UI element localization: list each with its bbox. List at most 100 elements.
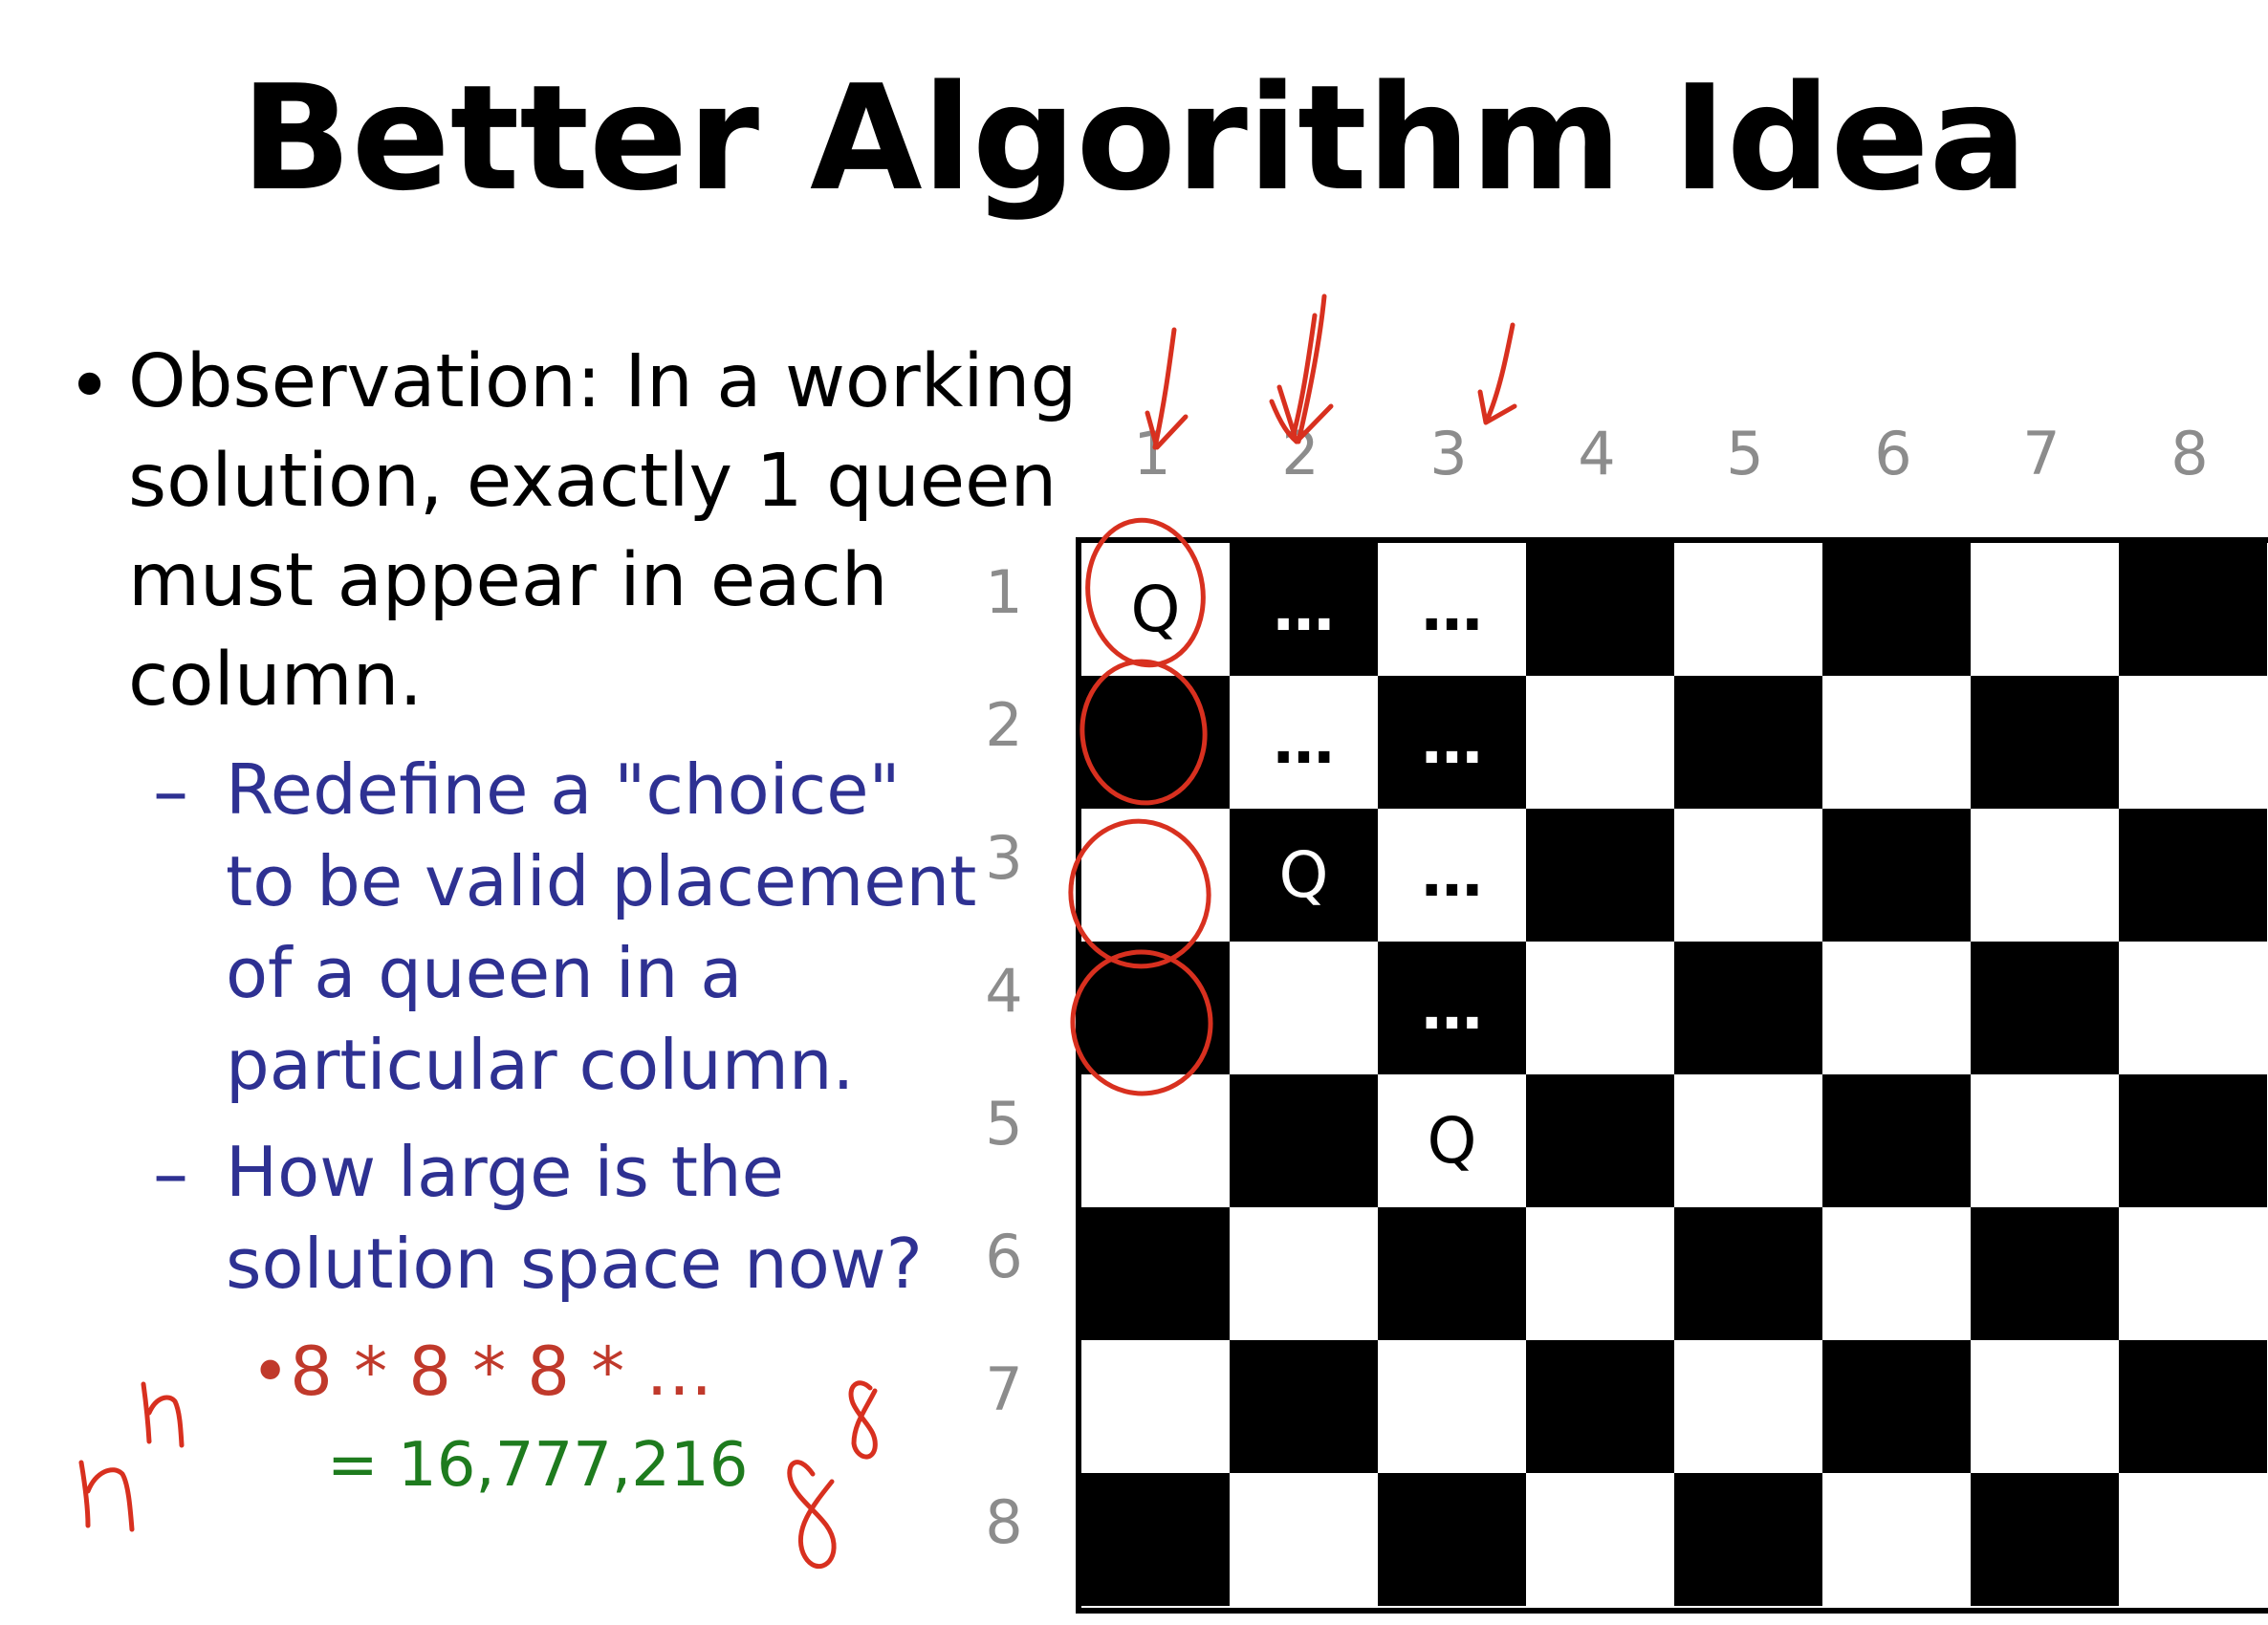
- continuation-dots: …: [1421, 706, 1483, 778]
- board-cell-r7-c6: [1822, 1340, 1971, 1473]
- board-cell-r3-c6: [1822, 809, 1971, 942]
- observation-line-4: column.: [128, 638, 423, 723]
- arrow-down-icon: [1477, 322, 1517, 425]
- board-cell-r3-c2: Q: [1230, 809, 1378, 942]
- row-label: 8: [985, 1487, 1023, 1557]
- board-cell-r3-c4: [1526, 809, 1674, 942]
- board-cell-r3-c7: [1971, 809, 2119, 942]
- board-cell-r4-c5: [1674, 942, 1822, 1074]
- row-label: 5: [985, 1089, 1023, 1159]
- board-cell-r1-c1: Q: [1081, 543, 1230, 676]
- queen-piece: Q: [1278, 838, 1329, 912]
- board-cell-r5-c7: [1971, 1074, 2119, 1207]
- sub-bullet-dash-2: –: [153, 1133, 188, 1215]
- board-cell-r5-c5: [1674, 1074, 1822, 1207]
- observation-line-2: solution, exactly 1 queen: [128, 439, 1058, 524]
- row-label: 1: [985, 557, 1023, 627]
- board-cell-r2-c5: [1674, 676, 1822, 809]
- column-label: 1: [1133, 419, 1171, 488]
- queen-piece: Q: [1130, 573, 1181, 646]
- board-cell-r8-c8: [2119, 1473, 2267, 1606]
- board-cell-r5-c1: [1081, 1074, 1230, 1207]
- board-cell-r7-c1: [1081, 1340, 1230, 1473]
- board-cell-r5-c6: [1822, 1074, 1971, 1207]
- board-cell-r4-c1: [1081, 942, 1230, 1074]
- column-label: 8: [2170, 419, 2209, 488]
- board-cell-r8-c5: [1674, 1473, 1822, 1606]
- board-cell-r7-c8: [2119, 1340, 2267, 1473]
- board-cell-r6-c4: [1526, 1207, 1674, 1340]
- column-label: 5: [1726, 419, 1764, 488]
- sub-bullet-dash-1: –: [153, 750, 188, 833]
- board-cell-r6-c6: [1822, 1207, 1971, 1340]
- board-cell-r6-c7: [1971, 1207, 2119, 1340]
- board-cell-r5-c3: Q: [1378, 1074, 1526, 1207]
- board-cell-r5-c8: [2119, 1074, 2267, 1207]
- board-cell-r4-c3: …: [1378, 942, 1526, 1074]
- board-cell-r1-c4: [1526, 543, 1674, 676]
- board-cell-r4-c2: [1230, 942, 1378, 1074]
- board-cell-r2-c4: [1526, 676, 1674, 809]
- column-label: 4: [1578, 419, 1616, 488]
- board-cell-r8-c7: [1971, 1473, 2119, 1606]
- continuation-dots: …: [1421, 972, 1483, 1044]
- row-label: 6: [985, 1222, 1023, 1291]
- observation-line-1: Observation: In a working: [128, 339, 1078, 424]
- row-label: 4: [985, 956, 1023, 1026]
- board-cell-r5-c4: [1526, 1074, 1674, 1207]
- board-cell-r1-c8: [2119, 543, 2267, 676]
- board-cell-r8-c3: [1378, 1473, 1526, 1606]
- board-cell-r7-c3: [1378, 1340, 1526, 1473]
- board-cell-r6-c1: [1081, 1207, 1230, 1340]
- column-label: 3: [1429, 419, 1468, 488]
- formula-text: •8 * 8 * 8 * …: [251, 1332, 713, 1411]
- board-cell-r4-c7: [1971, 942, 2119, 1074]
- board-cell-r7-c2: [1230, 1340, 1378, 1473]
- board-cell-r7-c5: [1674, 1340, 1822, 1473]
- row-label: 3: [985, 823, 1023, 893]
- chessboard: Q … … … … Q … … Q: [1076, 537, 2268, 1614]
- board-cell-r2-c3: …: [1378, 676, 1526, 809]
- board-cell-r4-c6: [1822, 942, 1971, 1074]
- board-cell-r3-c3: …: [1378, 809, 1526, 942]
- slide-title: Better Algorithm Idea: [240, 54, 2028, 223]
- row-label: 7: [985, 1354, 1023, 1424]
- board-cell-r2-c7: [1971, 676, 2119, 809]
- board-cell-r1-c3: …: [1378, 543, 1526, 676]
- sub-bullet-2-line-2: solution space now?: [226, 1224, 923, 1304]
- row-label: 2: [985, 690, 1023, 760]
- board-cell-r2-c2: …: [1230, 676, 1378, 809]
- board-cell-r4-c8: [2119, 942, 2267, 1074]
- sub-bullet-1-line-1: Redefine a "choice": [226, 749, 901, 830]
- board-cell-r7-c7: [1971, 1340, 2119, 1473]
- board-cell-r2-c1: [1081, 676, 1230, 809]
- board-cell-r6-c2: [1230, 1207, 1378, 1340]
- board-cell-r8-c2: [1230, 1473, 1378, 1606]
- board-cell-r8-c6: [1822, 1473, 1971, 1606]
- board-cell-r1-c6: [1822, 543, 1971, 676]
- board-cell-r1-c2: …: [1230, 543, 1378, 676]
- board-cell-r4-c4: [1526, 942, 1674, 1074]
- board-cell-r6-c8: [2119, 1207, 2267, 1340]
- column-label: 6: [1874, 419, 1912, 488]
- sub-bullet-1-line-4: particular column.: [226, 1025, 855, 1105]
- board-cell-r6-c3: [1378, 1207, 1526, 1340]
- continuation-dots: …: [1421, 839, 1483, 911]
- continuation-dots: …: [1421, 574, 1483, 645]
- board-cell-r8-c4: [1526, 1473, 1674, 1606]
- board-cell-r3-c8: [2119, 809, 2267, 942]
- continuation-dots: …: [1273, 574, 1335, 645]
- result-text: = 16,777,216: [327, 1430, 749, 1501]
- column-label: 2: [1281, 419, 1319, 488]
- board-cell-r1-c7: [1971, 543, 2119, 676]
- observation-line-3: must appear in each: [128, 538, 888, 623]
- board-cell-r3-c1: [1081, 809, 1230, 942]
- board-cell-r2-c8: [2119, 676, 2267, 809]
- board-cell-r8-c1: [1081, 1473, 1230, 1606]
- main-bullet-marker: •: [67, 341, 113, 430]
- board-cell-r5-c2: [1230, 1074, 1378, 1207]
- board-cell-r7-c4: [1526, 1340, 1674, 1473]
- sub-bullet-2-line-1: How large is the: [226, 1132, 784, 1212]
- board-cell-r3-c5: [1674, 809, 1822, 942]
- board-cell-r1-c5: [1674, 543, 1822, 676]
